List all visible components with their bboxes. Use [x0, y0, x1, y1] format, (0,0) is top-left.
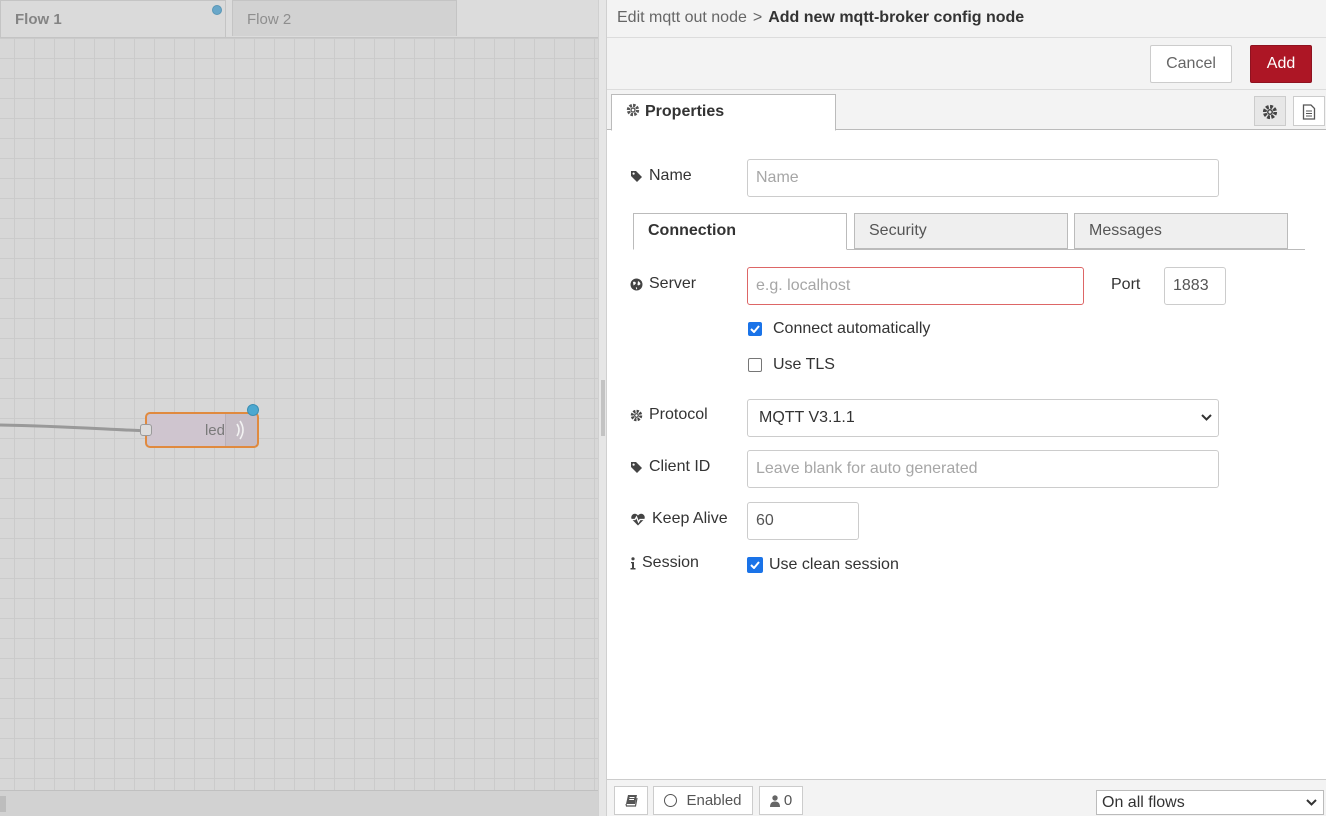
- zoom-control[interactable]: [0, 796, 6, 812]
- session-label: Session: [630, 554, 699, 572]
- node-label: led: [204, 422, 225, 439]
- port-label: Port: [1111, 276, 1141, 293]
- tag-icon: [630, 170, 649, 183]
- changed-indicator: [212, 5, 222, 15]
- subtab-connection[interactable]: Connection: [633, 213, 847, 250]
- client-id-label-text: Client ID: [649, 458, 711, 475]
- connect-automatically-row[interactable]: Connect automatically: [748, 320, 930, 338]
- edit-tray: Edit mqtt out node > Add new mqtt-broker c…: [607, 0, 1326, 816]
- node-settings-button[interactable]: [1254, 96, 1286, 126]
- flow-tab-bar: Flow 1 Flow 2: [0, 0, 598, 38]
- enabled-label: Enabled: [686, 792, 742, 809]
- tray-footer: Enabled 0 On all flows: [607, 779, 1326, 816]
- tray-toolbar: Cancel Add: [607, 38, 1326, 90]
- splitter-grip[interactable]: [601, 380, 605, 436]
- clean-session-checkbox[interactable]: [747, 557, 763, 573]
- info-icon: [630, 556, 642, 570]
- breadcrumb-parent[interactable]: Edit mqtt out node: [617, 9, 747, 26]
- protocol-label: Protocol: [630, 406, 708, 424]
- subtab-messages[interactable]: Messages: [1074, 213, 1288, 249]
- help-button[interactable]: [614, 786, 648, 815]
- server-label: Server: [630, 275, 696, 293]
- gear-icon: [1255, 104, 1285, 120]
- scope-select[interactable]: On all flows: [1096, 790, 1324, 815]
- add-button[interactable]: Add: [1250, 45, 1312, 83]
- enabled-toggle[interactable]: Enabled: [653, 786, 753, 815]
- session-label-text: Session: [642, 554, 699, 571]
- tab-flow-2[interactable]: Flow 2: [232, 0, 457, 36]
- protocol-select[interactable]: MQTT V3.1.1: [747, 399, 1219, 437]
- connect-automatically-checkbox[interactable]: [748, 322, 762, 336]
- server-label-text: Server: [649, 275, 697, 292]
- chevron-down-icon: [1306, 799, 1317, 806]
- panel-splitter[interactable]: [598, 0, 607, 816]
- tab-properties-label: Properties: [645, 103, 725, 120]
- gear-icon: [630, 409, 649, 422]
- use-tls-checkbox[interactable]: [748, 358, 762, 372]
- tray-header: Edit mqtt out node > Add new mqtt-broker c…: [607, 0, 1326, 38]
- users-button[interactable]: 0: [759, 786, 803, 815]
- cancel-button[interactable]: Cancel: [1150, 45, 1232, 83]
- workspace-footer: [0, 790, 598, 816]
- tab-properties[interactable]: Properties: [611, 94, 836, 131]
- chevron-down-icon: [1201, 414, 1212, 421]
- client-id-input[interactable]: [747, 450, 1219, 488]
- use-tls-label: Use TLS: [773, 356, 835, 373]
- tab-flow-1-label: Flow 1: [15, 11, 62, 28]
- node-changed-dot: [247, 404, 259, 416]
- tab-flow-2-label: Flow 2: [247, 11, 292, 28]
- tray-title: Add new mqtt-broker config node: [768, 9, 1025, 26]
- node-description-button[interactable]: [1293, 96, 1325, 126]
- clean-session-row[interactable]: Use clean session: [747, 556, 899, 574]
- server-input[interactable]: [747, 267, 1084, 305]
- tab-flow-1[interactable]: Flow 1: [0, 0, 226, 37]
- tray-tabs: Properties: [607, 90, 1326, 131]
- node-wire[interactable]: [0, 413, 150, 438]
- name-label-text: Name: [649, 167, 692, 184]
- heartbeat-icon: [630, 513, 652, 526]
- circle-icon: [664, 794, 678, 807]
- name-input[interactable]: [747, 159, 1219, 197]
- users-count: 0: [783, 792, 793, 809]
- use-tls-row[interactable]: Use TLS: [748, 356, 835, 374]
- scope-select-value: On all flows: [1102, 794, 1185, 811]
- clean-session-label: Use clean session: [769, 556, 899, 573]
- protocol-label-text: Protocol: [649, 406, 708, 423]
- keep-alive-label-text: Keep Alive: [652, 510, 728, 527]
- keep-alive-label: Keep Alive: [630, 510, 728, 528]
- gear-icon: [626, 103, 640, 117]
- port-input[interactable]: [1164, 267, 1226, 305]
- globe-icon: [630, 278, 649, 291]
- subtab-security[interactable]: Security: [854, 213, 1068, 249]
- tag-icon: [630, 461, 649, 474]
- keep-alive-input[interactable]: [747, 502, 859, 540]
- broadcast-icon: [225, 414, 257, 446]
- protocol-select-value: MQTT V3.1.1: [759, 409, 855, 426]
- connect-automatically-label: Connect automatically: [773, 320, 931, 337]
- file-text-icon: [1294, 104, 1324, 120]
- book-icon: [624, 794, 638, 807]
- node-led[interactable]: led: [140, 404, 259, 448]
- config-subtabs: Connection Security Messages: [633, 213, 1305, 250]
- workspace: Flow 1 Flow 2 led: [0, 0, 598, 816]
- name-label: Name: [630, 167, 692, 185]
- user-icon: [769, 794, 784, 807]
- client-id-label: Client ID: [630, 458, 710, 476]
- breadcrumb-separator: >: [752, 9, 763, 26]
- flow-canvas[interactable]: led: [0, 38, 598, 790]
